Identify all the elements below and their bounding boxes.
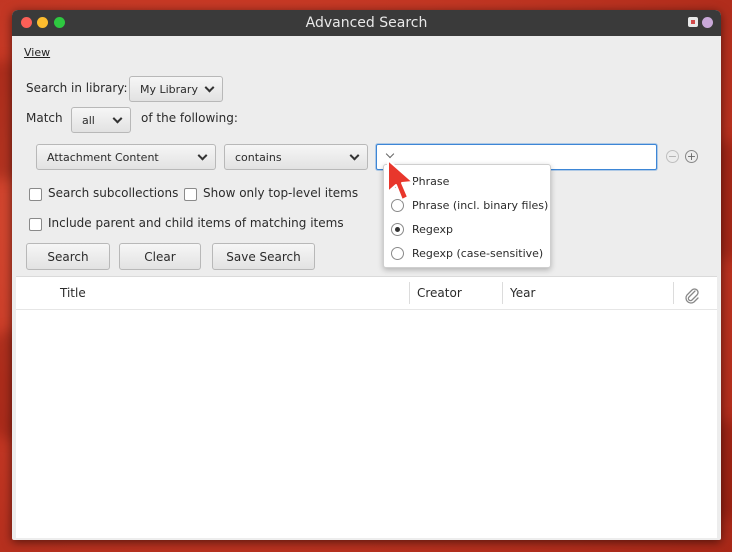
include-parent-child-label: Include parent and child items of matchi… [48, 216, 344, 230]
condition-operator-dropdown[interactable]: contains [224, 144, 368, 170]
app-indicator-icon[interactable] [688, 17, 698, 27]
paperclip-icon[interactable] [684, 285, 700, 304]
results-header: Title Creator Year [16, 277, 717, 310]
top-level-only-label: Show only top-level items [203, 186, 359, 200]
library-dropdown-value: My Library [140, 82, 198, 96]
condition-field-value: Attachment Content [47, 150, 159, 164]
condition-operator-value: contains [235, 150, 282, 164]
match-suffix-label: of the following: [141, 111, 238, 125]
column-separator[interactable] [673, 282, 674, 304]
column-creator[interactable]: Creator [417, 277, 462, 310]
menu-bar: View [24, 46, 50, 59]
mode-option-regexp-case[interactable]: Regexp (case-sensitive) [391, 244, 543, 262]
library-dropdown[interactable]: My Library [129, 76, 223, 102]
window-title: Advanced Search [305, 15, 428, 31]
search-mode-chevron-icon[interactable] [385, 149, 395, 159]
title-bar[interactable]: Advanced Search [12, 10, 721, 36]
app-menu-icon[interactable] [702, 17, 713, 28]
radio-button[interactable] [391, 246, 404, 260]
add-condition-icon[interactable]: + [685, 150, 698, 163]
remove-condition-icon[interactable]: − [666, 150, 679, 163]
column-year[interactable]: Year [510, 277, 535, 310]
maximize-window-button[interactable] [54, 17, 65, 28]
condition-field-dropdown[interactable]: Attachment Content [36, 144, 216, 170]
match-dropdown-value: all [82, 113, 95, 127]
menu-view[interactable]: View [24, 46, 50, 59]
mouse-pointer-icon [387, 159, 414, 201]
save-search-button[interactable]: Save Search [212, 243, 315, 270]
chevron-down-icon [112, 113, 123, 124]
mode-option-regexp[interactable]: Regexp [391, 220, 453, 238]
search-subcollections-label: Search subcollections [48, 186, 179, 200]
match-label: Match [26, 111, 63, 125]
match-dropdown[interactable]: all [71, 107, 131, 133]
results-table[interactable]: Title Creator Year [16, 276, 717, 538]
close-window-button[interactable] [21, 17, 32, 28]
column-separator[interactable] [409, 282, 410, 304]
include-parent-child-checkbox[interactable] [29, 218, 42, 231]
column-separator[interactable] [502, 282, 503, 304]
mode-option-label: Phrase (incl. binary files) [412, 198, 549, 212]
search-button[interactable]: Search [26, 243, 110, 270]
column-title[interactable]: Title [60, 277, 86, 310]
radio-button-selected[interactable] [391, 222, 404, 236]
top-level-only-checkbox[interactable] [184, 188, 197, 201]
library-label: Search in library: [26, 81, 128, 95]
minimize-window-button[interactable] [37, 17, 48, 28]
chevron-down-icon [204, 82, 215, 93]
search-subcollections-checkbox[interactable] [29, 188, 42, 201]
chevron-down-icon [197, 150, 208, 161]
mode-option-label: Regexp (case-sensitive) [412, 246, 544, 260]
chevron-down-icon [349, 150, 360, 161]
advanced-search-window: Advanced Search View Search in library: … [12, 10, 721, 540]
clear-button[interactable]: Clear [119, 243, 201, 270]
mode-option-label: Regexp [412, 222, 453, 236]
